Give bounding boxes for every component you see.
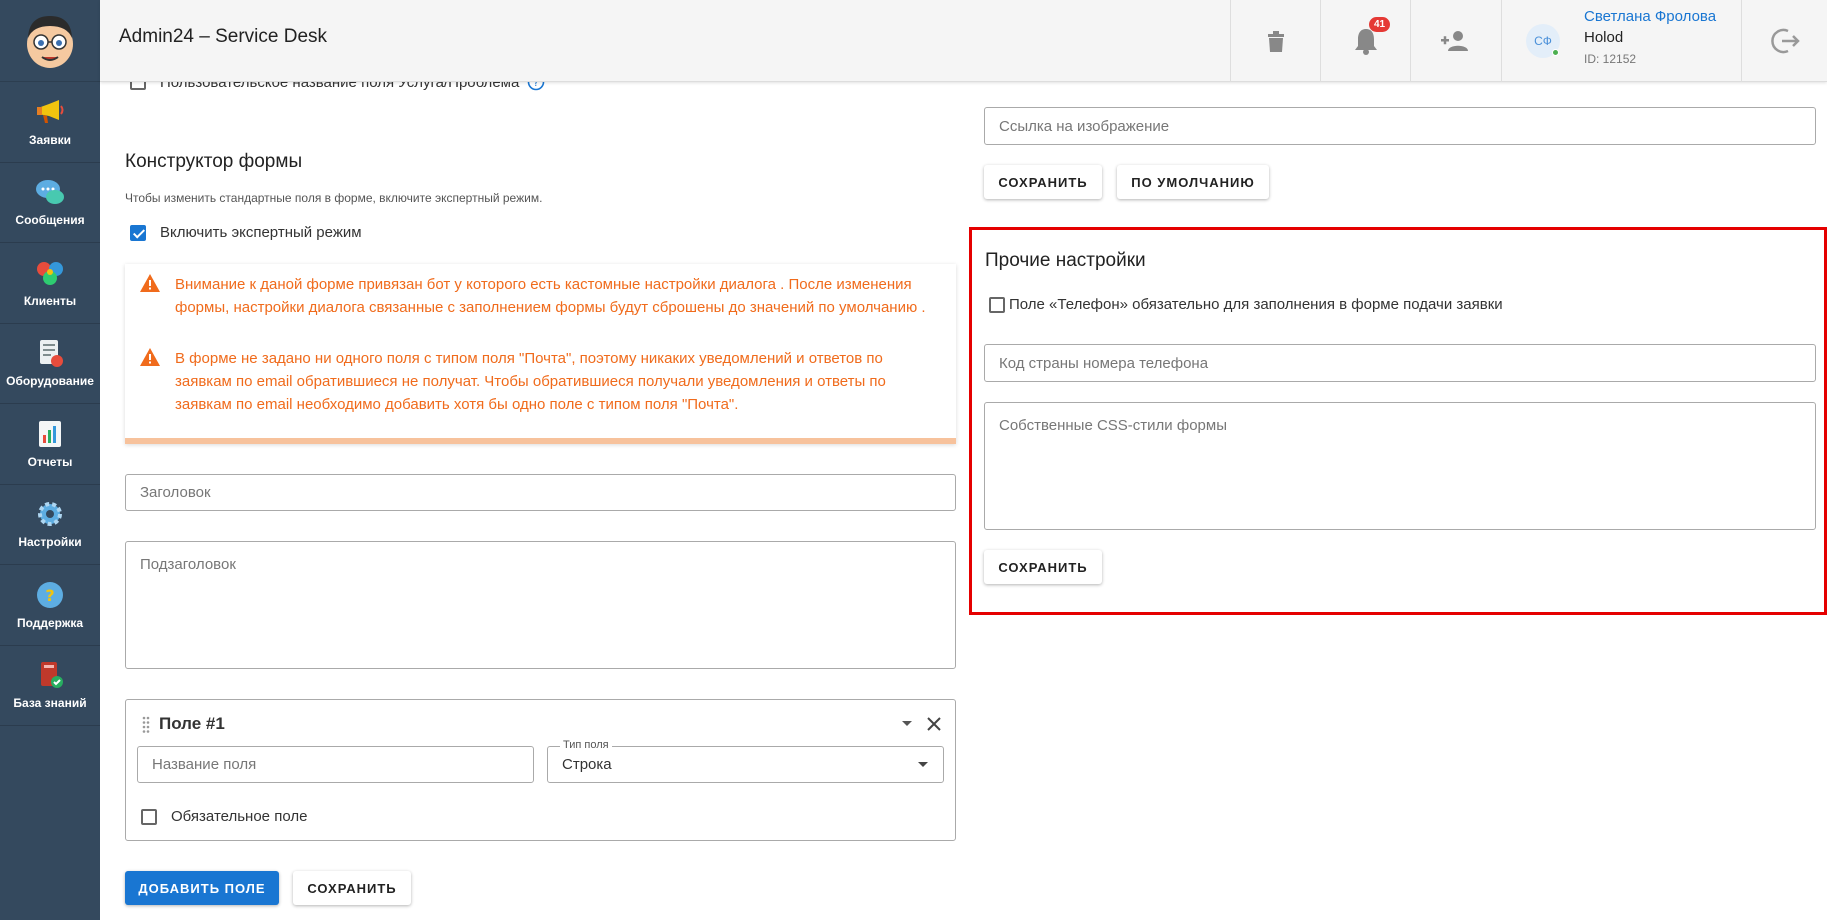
help-circle-icon[interactable]: ?	[527, 82, 545, 91]
required-field-checkbox[interactable]	[141, 808, 157, 825]
user-profile[interactable]: СФ Светлана Фролова Holod ID: 12152	[1501, 0, 1741, 82]
sidebar-item-requests[interactable]: Заявки	[0, 82, 100, 163]
logo[interactable]	[0, 0, 100, 82]
sidebar: Заявки Сообщения Клиенты Оборудование От…	[0, 0, 100, 920]
chevron-down-icon	[918, 761, 928, 767]
field-type-value: Строка	[562, 756, 612, 773]
warning-triangle-icon	[140, 348, 160, 366]
chat-bubbles-icon	[35, 177, 65, 207]
sidebar-item-settings[interactable]: Настройки	[0, 485, 100, 565]
knowledge-book-icon	[35, 660, 65, 690]
country-code-placeholder: Код страны номера телефона	[999, 354, 1209, 372]
form-subtitle-placeholder: Подзаголовок	[140, 556, 236, 573]
sidebar-item-label: Клиенты	[23, 293, 77, 308]
warning-alert-bot: Внимание к даной форме привязан бот у ко…	[139, 273, 935, 319]
close-icon[interactable]	[926, 716, 942, 732]
field-type-select[interactable]: Строка	[547, 746, 944, 783]
sidebar-item-label: Сообщения	[15, 213, 85, 228]
gear-icon	[35, 499, 65, 529]
sidebar-item-equipment[interactable]: Оборудование	[0, 324, 100, 404]
sidebar-item-support[interactable]: ? Поддержка	[0, 565, 100, 646]
warning-alert-text: В форме не задано ни одного поля с типом…	[175, 350, 886, 413]
custom-service-field-label: Пользовательское название поля Услуга/Пр…	[160, 82, 520, 91]
user-company: Holod	[1584, 29, 1624, 46]
user-id: ID: 12152	[1584, 52, 1637, 66]
warning-alert-box: Внимание к даной форме привязан бот у ко…	[125, 264, 956, 444]
form-subtitle-textarea[interactable]: Подзаголовок	[125, 541, 956, 669]
user-name[interactable]: Светлана Фролова	[1584, 8, 1716, 25]
sidebar-item-label: Оборудование	[6, 374, 94, 389]
expert-mode-row[interactable]: Включить экспертный режим	[130, 224, 362, 241]
avatar-initials: СФ	[1534, 34, 1552, 48]
form-constructor-title: Конструктор формы	[125, 151, 303, 172]
default-button[interactable]: ПО УМОЛЧАНИЮ	[1117, 165, 1269, 199]
expert-mode-checkbox[interactable]	[130, 224, 146, 241]
expert-mode-label: Включить экспертный режим	[160, 224, 362, 241]
svg-text:?: ?	[534, 82, 539, 89]
sidebar-item-clients[interactable]: Клиенты	[0, 243, 100, 324]
field-card-title: Поле #1	[159, 714, 225, 733]
image-link-placeholder: Ссылка на изображение	[999, 117, 1170, 135]
warning-alert-email: В форме не задано ни одного поля с типом…	[139, 347, 935, 416]
logo-face-icon	[27, 15, 73, 68]
custom-service-field-row[interactable]: Пользовательское название поля Услуга/Пр…	[130, 82, 545, 91]
custom-service-field-checkbox[interactable]	[130, 82, 146, 90]
clients-icon	[35, 258, 65, 288]
sidebar-item-knowledge-base[interactable]: База знаний	[0, 646, 100, 726]
sidebar-item-reports[interactable]: Отчеты	[0, 404, 100, 485]
logout-button[interactable]	[1741, 0, 1827, 82]
custom-css-placeholder: Собственные CSS-стили формы	[999, 417, 1227, 434]
save-image-button[interactable]: СОХРАНИТЬ	[984, 165, 1102, 199]
help-icon: ?	[35, 580, 65, 610]
field-name-input[interactable]: Название поля	[137, 746, 534, 783]
required-field-label: Обязательное поле	[171, 808, 308, 825]
warning-triangle-icon	[140, 274, 160, 292]
custom-css-textarea[interactable]: Собственные CSS-стили формы	[984, 402, 1816, 530]
add-field-button[interactable]: ДОБАВИТЬ ПОЛЕ	[125, 871, 279, 905]
add-user-button[interactable]	[1410, 0, 1500, 82]
sidebar-item-label: Поддержка	[16, 615, 84, 630]
phone-required-label: Поле «Телефон» обязательно для заполнени…	[1009, 296, 1503, 313]
phone-required-checkbox[interactable]	[989, 296, 1005, 313]
sidebar-item-label: Настройки	[18, 535, 82, 550]
save-other-settings-button[interactable]: СОХРАНИТЬ	[984, 550, 1102, 584]
notifications-count-badge: 41	[1369, 17, 1391, 32]
required-field-row[interactable]: Обязательное поле	[141, 808, 307, 825]
top-header: Admin24 – Service Desk 41 СФ Светлана Фр…	[100, 0, 1827, 82]
megaphone-icon	[35, 97, 65, 127]
collapse-caret-icon[interactable]	[901, 720, 913, 728]
report-chart-icon	[35, 419, 65, 449]
main-content: Пользовательское название поля Услуга/Пр…	[100, 82, 1827, 920]
form-title-input[interactable]: Заголовок	[125, 474, 956, 511]
phone-required-row[interactable]: Поле «Телефон» обязательно для заполнени…	[989, 296, 1503, 313]
image-link-input[interactable]: Ссылка на изображение	[984, 107, 1816, 145]
field-name-placeholder: Название поля	[152, 756, 257, 773]
app-title: Admin24 – Service Desk	[119, 26, 328, 47]
sidebar-item-label: Отчеты	[27, 454, 73, 469]
logout-icon	[1770, 28, 1800, 54]
form-title-placeholder: Заголовок	[140, 484, 211, 501]
equipment-icon	[35, 338, 65, 368]
country-code-input[interactable]: Код страны номера телефона	[984, 344, 1816, 382]
form-constructor-hint: Чтобы изменить стандартные поля в форме,…	[125, 191, 543, 205]
add-user-icon	[1440, 31, 1468, 51]
svg-text:?: ?	[45, 586, 54, 605]
sidebar-item-label: База знаний	[13, 696, 87, 711]
field-type-label: Тип поля	[560, 739, 612, 751]
trash-button[interactable]	[1230, 0, 1320, 82]
other-settings-title: Прочие настройки	[985, 250, 1146, 271]
avatar: СФ	[1526, 24, 1560, 58]
notifications-button[interactable]: 41	[1320, 0, 1410, 82]
online-status-dot	[1552, 49, 1559, 56]
sidebar-item-messages[interactable]: Сообщения	[0, 163, 100, 243]
trash-icon	[1267, 31, 1284, 52]
drag-handle-icon[interactable]	[142, 716, 150, 734]
field-card: Поле #1 Название поля Строка Тип поля Об…	[125, 699, 956, 841]
sidebar-item-label: Заявки	[29, 132, 71, 147]
save-form-button[interactable]: СОХРАНИТЬ	[293, 871, 411, 905]
warning-alert-text: Внимание к даной форме привязан бот у ко…	[175, 276, 926, 316]
